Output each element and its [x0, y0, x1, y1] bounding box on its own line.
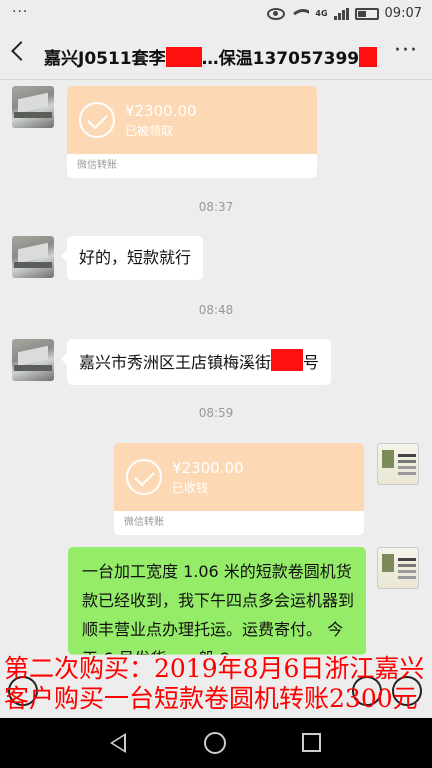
overlay-caption: 第二次购买：2019年8月6日浙江嘉兴 客户购买一台短款卷圆机转账2300元: [0, 654, 432, 718]
transfer-amount: ¥2300.00: [125, 102, 197, 120]
network-label: 4G: [315, 8, 328, 18]
contact-avatar[interactable]: [12, 236, 54, 278]
my-avatar[interactable]: [377, 547, 419, 589]
timestamp: 08:48: [198, 303, 234, 317]
battery-icon: [354, 7, 379, 20]
redaction-block: [359, 47, 378, 67]
notification-dots: ···: [12, 4, 29, 20]
check-icon: [126, 459, 162, 495]
title-prefix: 嘉兴J0511套李: [44, 49, 166, 69]
back-icon[interactable]: [11, 41, 31, 61]
wifi-icon: [291, 7, 310, 21]
nav-recents-icon[interactable]: [302, 733, 321, 752]
contact-avatar[interactable]: [12, 86, 54, 128]
caption-line2: 客户购买一台短款卷圆机转账2300元: [4, 684, 418, 713]
transfer-status: 已收钱: [172, 481, 209, 495]
nav-home-icon[interactable]: [204, 732, 226, 754]
timestamp: 08:37: [198, 200, 234, 214]
status-bar: ··· 4G 09:07: [0, 0, 432, 30]
chat-header: 嘉兴J0511套李 …保温137057399 ···: [0, 30, 432, 80]
redaction-block: [165, 47, 202, 67]
chat-title: 嘉兴J0511套李 …保温137057399: [44, 44, 378, 69]
transfer-amount: ¥2300.00: [172, 459, 244, 477]
check-icon: [79, 102, 115, 138]
transfer-status: 已被领取: [125, 124, 174, 138]
contact-avatar[interactable]: [12, 339, 54, 381]
nav-back-icon[interactable]: [110, 733, 126, 753]
address-text: 嘉兴市秀洲区王店镇梅溪街: [79, 353, 272, 372]
message-bubble[interactable]: 一台加工宽度 1.06 米的短款卷圆机货款已经收到，我下午四点多会运机器到顺丰营…: [68, 547, 366, 655]
message-bubble[interactable]: 好的，短款就行: [60, 236, 204, 280]
timestamp: 08:59: [198, 406, 234, 420]
transfer-card[interactable]: ¥2300.00 已被领取 微信转账: [67, 86, 317, 178]
clock: 09:07: [384, 6, 422, 21]
more-icon[interactable]: ···: [394, 38, 418, 63]
transfer-card[interactable]: ¥2300.00 已收钱 微信转账: [114, 443, 364, 535]
status-icons: 4G 09:07: [267, 6, 422, 21]
caption-line1: 第二次购买：2019年8月6日浙江嘉兴: [4, 654, 425, 683]
message-bubble[interactable]: 嘉兴市秀洲区王店镇梅溪街 号: [60, 339, 332, 385]
transfer-label: 微信转账: [67, 154, 317, 178]
transfer-label: 微信转账: [114, 511, 364, 535]
eye-icon: [267, 7, 286, 20]
address-suffix: 号: [303, 353, 320, 372]
system-nav-bar: [0, 718, 432, 768]
my-avatar[interactable]: [377, 443, 419, 485]
redaction-block: [271, 349, 304, 371]
signal-icon: [333, 7, 349, 20]
title-middle: …保温137057399: [201, 49, 360, 69]
